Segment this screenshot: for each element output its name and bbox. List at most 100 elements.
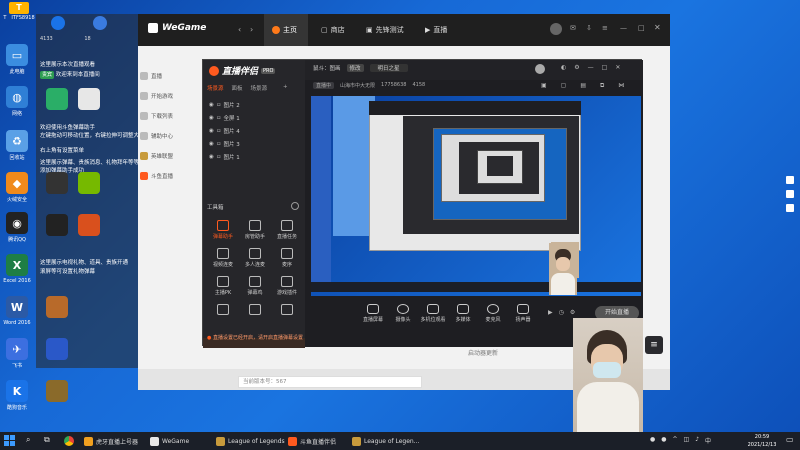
floating-menu-button[interactable]: ≡ xyxy=(645,336,663,354)
taskbar-item[interactable]: 斗鱼直播伴侣 xyxy=(288,434,336,448)
desktop-icon[interactable]: ♻ 回收站 xyxy=(0,130,34,161)
tool-speaker[interactable]: 扬声器 xyxy=(509,304,537,323)
tray-ime-icon[interactable]: 中 xyxy=(705,436,711,445)
toolbox-item[interactable]: 直播任务 xyxy=(273,220,301,240)
minimize-icon[interactable]: — xyxy=(588,64,594,71)
maximize-icon[interactable]: □ xyxy=(638,24,645,32)
close-icon[interactable]: ✕ xyxy=(615,64,620,71)
desktop-icon[interactable]: X Excel 2016 xyxy=(0,254,34,284)
tool-media[interactable]: 多媒体 xyxy=(449,304,477,323)
netease-music-icon[interactable] xyxy=(93,16,107,30)
scene-item[interactable]: ◉ ▫ 图片 1 xyxy=(209,151,240,162)
taskbar-item[interactable]: League of Legen... xyxy=(352,434,419,448)
screen-icon[interactable]: ▤ xyxy=(580,82,586,90)
tool-screen-capture[interactable]: 直播屏幕 xyxy=(359,304,387,323)
clock[interactable]: 20:59 2021/12/13 xyxy=(742,433,782,449)
scene-item[interactable]: ◉ ▫ 全屏 1 xyxy=(209,112,240,123)
settings-icon[interactable]: ⚙ xyxy=(570,309,575,316)
desktop-icon[interactable] xyxy=(40,214,74,236)
desktop-icon[interactable]: ◍ 网络 xyxy=(0,86,34,117)
timer-icon[interactable]: ◷ xyxy=(559,309,564,316)
scene-item[interactable]: ◉ ▫ 图片 4 xyxy=(209,125,240,136)
close-icon[interactable]: ✕ xyxy=(654,23,661,32)
tray-network-icon[interactable]: ◫ xyxy=(684,436,690,445)
room-edit-button[interactable]: 修改 xyxy=(346,64,364,72)
maximize-icon[interactable]: □ xyxy=(602,64,608,71)
desktop-icon[interactable] xyxy=(72,172,106,194)
desktop-icon[interactable] xyxy=(40,380,74,402)
sidebar-item[interactable]: 直播 xyxy=(140,66,202,86)
download-icon[interactable]: ⇩ xyxy=(586,24,592,32)
notification-icon[interactable]: ▭ xyxy=(786,435,794,444)
desktop-icon[interactable]: ◉ 腾讯QQ xyxy=(0,212,34,243)
desktop-icon[interactable] xyxy=(72,88,106,110)
desktop-icon[interactable] xyxy=(72,214,106,236)
popout-icon[interactable]: ⧉ xyxy=(600,82,604,90)
toolbox-item[interactable] xyxy=(273,304,301,317)
toolbox-item[interactable] xyxy=(241,304,269,317)
toolbox-item[interactable]: 视频连麦 xyxy=(209,248,237,268)
toolbox-item[interactable]: 游戏插件 xyxy=(273,276,301,296)
avatar[interactable] xyxy=(550,23,562,35)
toolbox-settings-icon[interactable] xyxy=(291,202,299,210)
forward-icon[interactable]: › xyxy=(250,25,253,34)
back-icon[interactable]: ‹ xyxy=(238,25,241,34)
tab-live[interactable]: ▶ 直播 xyxy=(425,22,447,38)
taskbar-item[interactable]: 虎牙直播上号器 xyxy=(84,434,138,448)
tray-wechat-icon[interactable]: ● xyxy=(650,436,655,445)
desktop-icon[interactable] xyxy=(40,172,74,194)
avatar[interactable] xyxy=(535,64,545,74)
taskbar-item[interactable]: League of Legends xyxy=(216,434,285,448)
version-input[interactable]: 当前版本号：567 xyxy=(238,376,422,388)
search-icon[interactable]: ⌕ xyxy=(26,435,30,445)
toolbox-item[interactable]: 弹幕鸡 xyxy=(241,276,269,296)
desktop-icon[interactable]: ✈ 飞书 xyxy=(0,338,34,369)
tab-scenes[interactable]: 场景源 xyxy=(207,84,224,92)
message-icon[interactable]: ✉ xyxy=(570,24,576,32)
toolbox-item[interactable]: 房管助手 xyxy=(241,220,269,240)
share-icon[interactable]: ⋈ xyxy=(618,82,624,90)
toolbox-item[interactable]: 麦序 xyxy=(273,248,301,268)
taskbar-item[interactable]: WeGame xyxy=(150,434,189,448)
desktop-icon[interactable] xyxy=(40,338,74,360)
tray-volume-icon[interactable]: ♪ xyxy=(695,436,699,445)
desktop-icon[interactable]: ◆ 火绒安全 xyxy=(0,172,34,203)
tab-pioneer[interactable]: ▣ 先锋测试 xyxy=(366,22,404,38)
tray-arrow-icon[interactable]: ^ xyxy=(673,436,678,445)
minimize-icon[interactable]: — xyxy=(620,24,627,32)
tray-widget-icon[interactable] xyxy=(786,190,794,198)
toolbox-item[interactable] xyxy=(209,304,237,317)
menu-icon[interactable]: ≡ xyxy=(602,24,608,32)
sidebar-item[interactable]: 开始游戏 xyxy=(140,86,202,106)
chrome-icon[interactable] xyxy=(64,436,74,446)
stream-preview[interactable] xyxy=(311,96,641,296)
tray-widget-icon[interactable] xyxy=(786,204,794,212)
tab-sources[interactable]: 场景源 xyxy=(251,84,268,92)
skin-icon[interactable]: ◐ xyxy=(561,64,566,71)
record-icon[interactable]: ▶ xyxy=(548,309,553,316)
tencent-manager-icon[interactable] xyxy=(51,16,65,30)
tool-camera[interactable]: 摄像头 xyxy=(389,304,417,323)
start-button[interactable] xyxy=(4,435,16,447)
desktop-icon[interactable]: K 酷狗音乐 xyxy=(0,380,34,411)
scene-item[interactable]: ◉ ▫ 图片 2 xyxy=(209,99,240,110)
settings-icon[interactable]: ⚙ xyxy=(574,64,579,71)
scene-item[interactable]: ◉ ▫ 图片 3 xyxy=(209,138,240,149)
douyu-window[interactable]: 直播伴侣 PRO 场景源 面板 场景源 + ◉ ▫ 图片 2 ◉ ▫ 全屏 1 ◉ ▫ 图片… xyxy=(202,59,643,348)
room-name[interactable]: 明日之星 xyxy=(369,64,408,72)
toolbox-item[interactable]: 弹幕助手 xyxy=(209,220,237,240)
desktop-icon[interactable]: W Word 2016 xyxy=(0,296,34,326)
sidebar-item[interactable]: 下载列表 xyxy=(140,106,202,126)
lock-icon[interactable]: ▢ xyxy=(561,82,567,90)
tray-widget-icon[interactable] xyxy=(786,176,794,184)
sidebar-item[interactable]: 英雄联盟 xyxy=(140,146,202,166)
add-scene-icon[interactable]: + xyxy=(283,84,288,92)
sidebar-item[interactable]: 斗鱼直播 xyxy=(140,166,202,186)
task-view-icon[interactable]: ⧉ xyxy=(44,435,50,445)
tab-store[interactable]: ▢ 商店 xyxy=(321,22,345,38)
toolbox-item[interactable]: 主播PK xyxy=(209,276,237,296)
desktop-icon[interactable] xyxy=(40,296,74,318)
desktop-icon[interactable]: ▭ 此电脑 xyxy=(0,44,34,75)
tab-panel[interactable]: 面板 xyxy=(232,84,243,92)
tool-multi-camera[interactable]: 多机位观看 xyxy=(419,304,447,323)
